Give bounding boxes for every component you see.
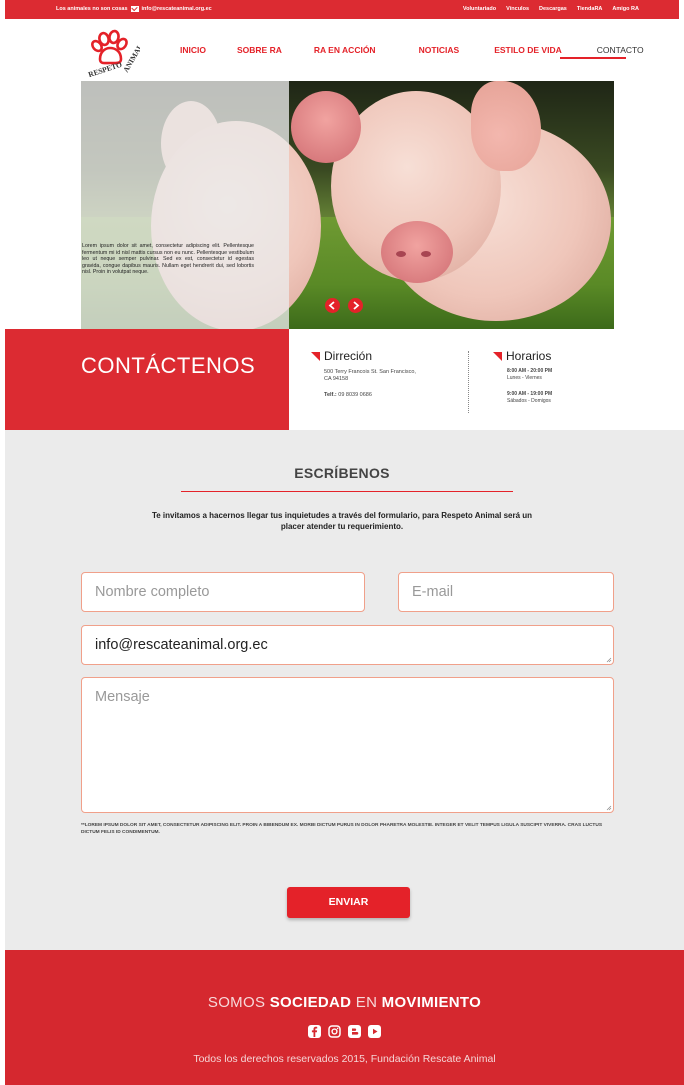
top-bar-contact: Los animales no son cosas info@rescatean…	[56, 6, 212, 12]
top-link-descargas[interactable]: Descargas	[539, 6, 567, 12]
copyright: Todos los derechos reservados 2015, Fund…	[193, 1053, 496, 1065]
main-nav: INICIO SOBRE RA RA EN ACCIÓN NOTICIAS ES…	[180, 45, 644, 55]
hero-text: Lorem ipsum dolor sit amet, consectetur …	[82, 243, 254, 276]
pig-snout-right	[381, 221, 453, 283]
chevron-left-icon	[328, 301, 335, 310]
form-intro: Te invitamos a hacernos llegar tus inqui…	[151, 511, 533, 531]
footer: SOMOS SOCIEDAD EN MOVIMIENTO Todos los d…	[5, 950, 684, 1085]
slider-next-button[interactable]	[348, 298, 363, 313]
phone: Telf.: 09 8039 0686	[324, 392, 372, 399]
triangle-marker-icon	[493, 352, 502, 361]
chevron-right-icon	[353, 301, 360, 310]
address-line-2: CA 94158	[324, 376, 349, 382]
hero-text-overlay	[81, 81, 289, 329]
contact-separator	[468, 351, 469, 413]
slogan-part-1: SOMOS	[207, 994, 266, 1011]
top-link-voluntariado[interactable]: Voluntariado	[463, 6, 496, 12]
paw-logo-icon: RESPETO ANIMAL	[87, 29, 145, 79]
top-link-tienda[interactable]: TiendaRA	[577, 6, 603, 12]
hours-2-time: 9:00 AM - 19:00 PM	[507, 391, 553, 397]
top-link-vinculos[interactable]: Vínculos	[506, 6, 529, 12]
nostril	[396, 251, 406, 257]
triangle-marker-icon	[311, 352, 320, 361]
address-heading: Dirreción	[324, 349, 373, 363]
instagram-icon[interactable]	[328, 1025, 341, 1038]
tagline: Los animales no son cosas	[56, 6, 128, 12]
slogan-part-4: MOVIMIENTO	[381, 994, 482, 1011]
logo[interactable]: RESPETO ANIMAL	[82, 29, 145, 79]
form-title: ESCRÍBENOS	[294, 465, 390, 481]
nostril	[421, 251, 431, 257]
social-links	[5, 1025, 684, 1038]
youtube-icon[interactable]	[368, 1025, 381, 1038]
hours-1-days: Lunes - Viernes	[507, 375, 542, 381]
blogger-icon[interactable]	[348, 1025, 361, 1038]
nav-noticias[interactable]: NOTICIAS	[419, 45, 460, 55]
resize-handle-icon[interactable]	[606, 805, 612, 811]
phone-label: Telf.:	[324, 392, 337, 398]
email-input[interactable]: E-mail	[398, 572, 614, 612]
top-email-link[interactable]: info@rescateanimal.org.ec	[142, 6, 212, 12]
slogan-part-2: SOCIEDAD	[269, 994, 352, 1011]
footer-slogan: SOMOS SOCIEDAD EN MOVIMIENTO	[5, 994, 684, 1011]
nav-sobre-ra[interactable]: SOBRE RA	[237, 45, 282, 55]
name-input[interactable]: Nombre completo	[81, 572, 365, 612]
hours-1-time: 8:00 AM - 20:00 PM	[507, 368, 553, 374]
nav-ra-en-accion[interactable]: RA EN ACCIÓN	[314, 45, 376, 55]
nav-estilo-de-vida[interactable]: ESTILO DE VIDA	[494, 45, 562, 55]
send-button[interactable]: ENVIAR	[287, 887, 410, 918]
form-disclaimer: **LOREM IPSUM DOLOR SIT AMET, CONSECTETU…	[81, 823, 603, 835]
slider-prev-button[interactable]	[325, 298, 340, 313]
hours-2-days: Sábados - Domigos	[507, 398, 551, 404]
nav-active-underline	[560, 57, 626, 59]
contact-banner: CONTÁCTENOS	[5, 329, 289, 430]
nav-contacto[interactable]: CONTACTO	[597, 45, 644, 55]
hours-heading: Horarios	[506, 349, 552, 363]
nav-inicio[interactable]: INICIO	[180, 45, 206, 55]
top-bar: Los animales no son cosas info@rescatean…	[5, 0, 679, 19]
top-link-amigo[interactable]: Amigo RA	[612, 6, 639, 12]
facebook-icon[interactable]	[308, 1025, 321, 1038]
top-links: Voluntariado Vínculos Descargas TiendaRA…	[463, 6, 639, 12]
phone-number: 09 8039 0686	[338, 392, 372, 398]
form-title-underline	[181, 491, 513, 492]
slogan-part-3: EN	[355, 994, 378, 1011]
address-line-1: 500 Terry Francois St. San Francisco,	[324, 369, 416, 375]
message-textarea[interactable]: Mensaje	[81, 677, 614, 813]
resize-handle-icon[interactable]	[606, 657, 612, 663]
pig-snout-left	[291, 91, 361, 163]
mail-icon	[130, 6, 139, 12]
subject-input[interactable]: info@rescateanimal.org.ec	[81, 625, 614, 665]
hero-slider: Lorem ipsum dolor sit amet, consectetur …	[81, 81, 614, 329]
contact-title: CONTÁCTENOS	[81, 353, 256, 378]
